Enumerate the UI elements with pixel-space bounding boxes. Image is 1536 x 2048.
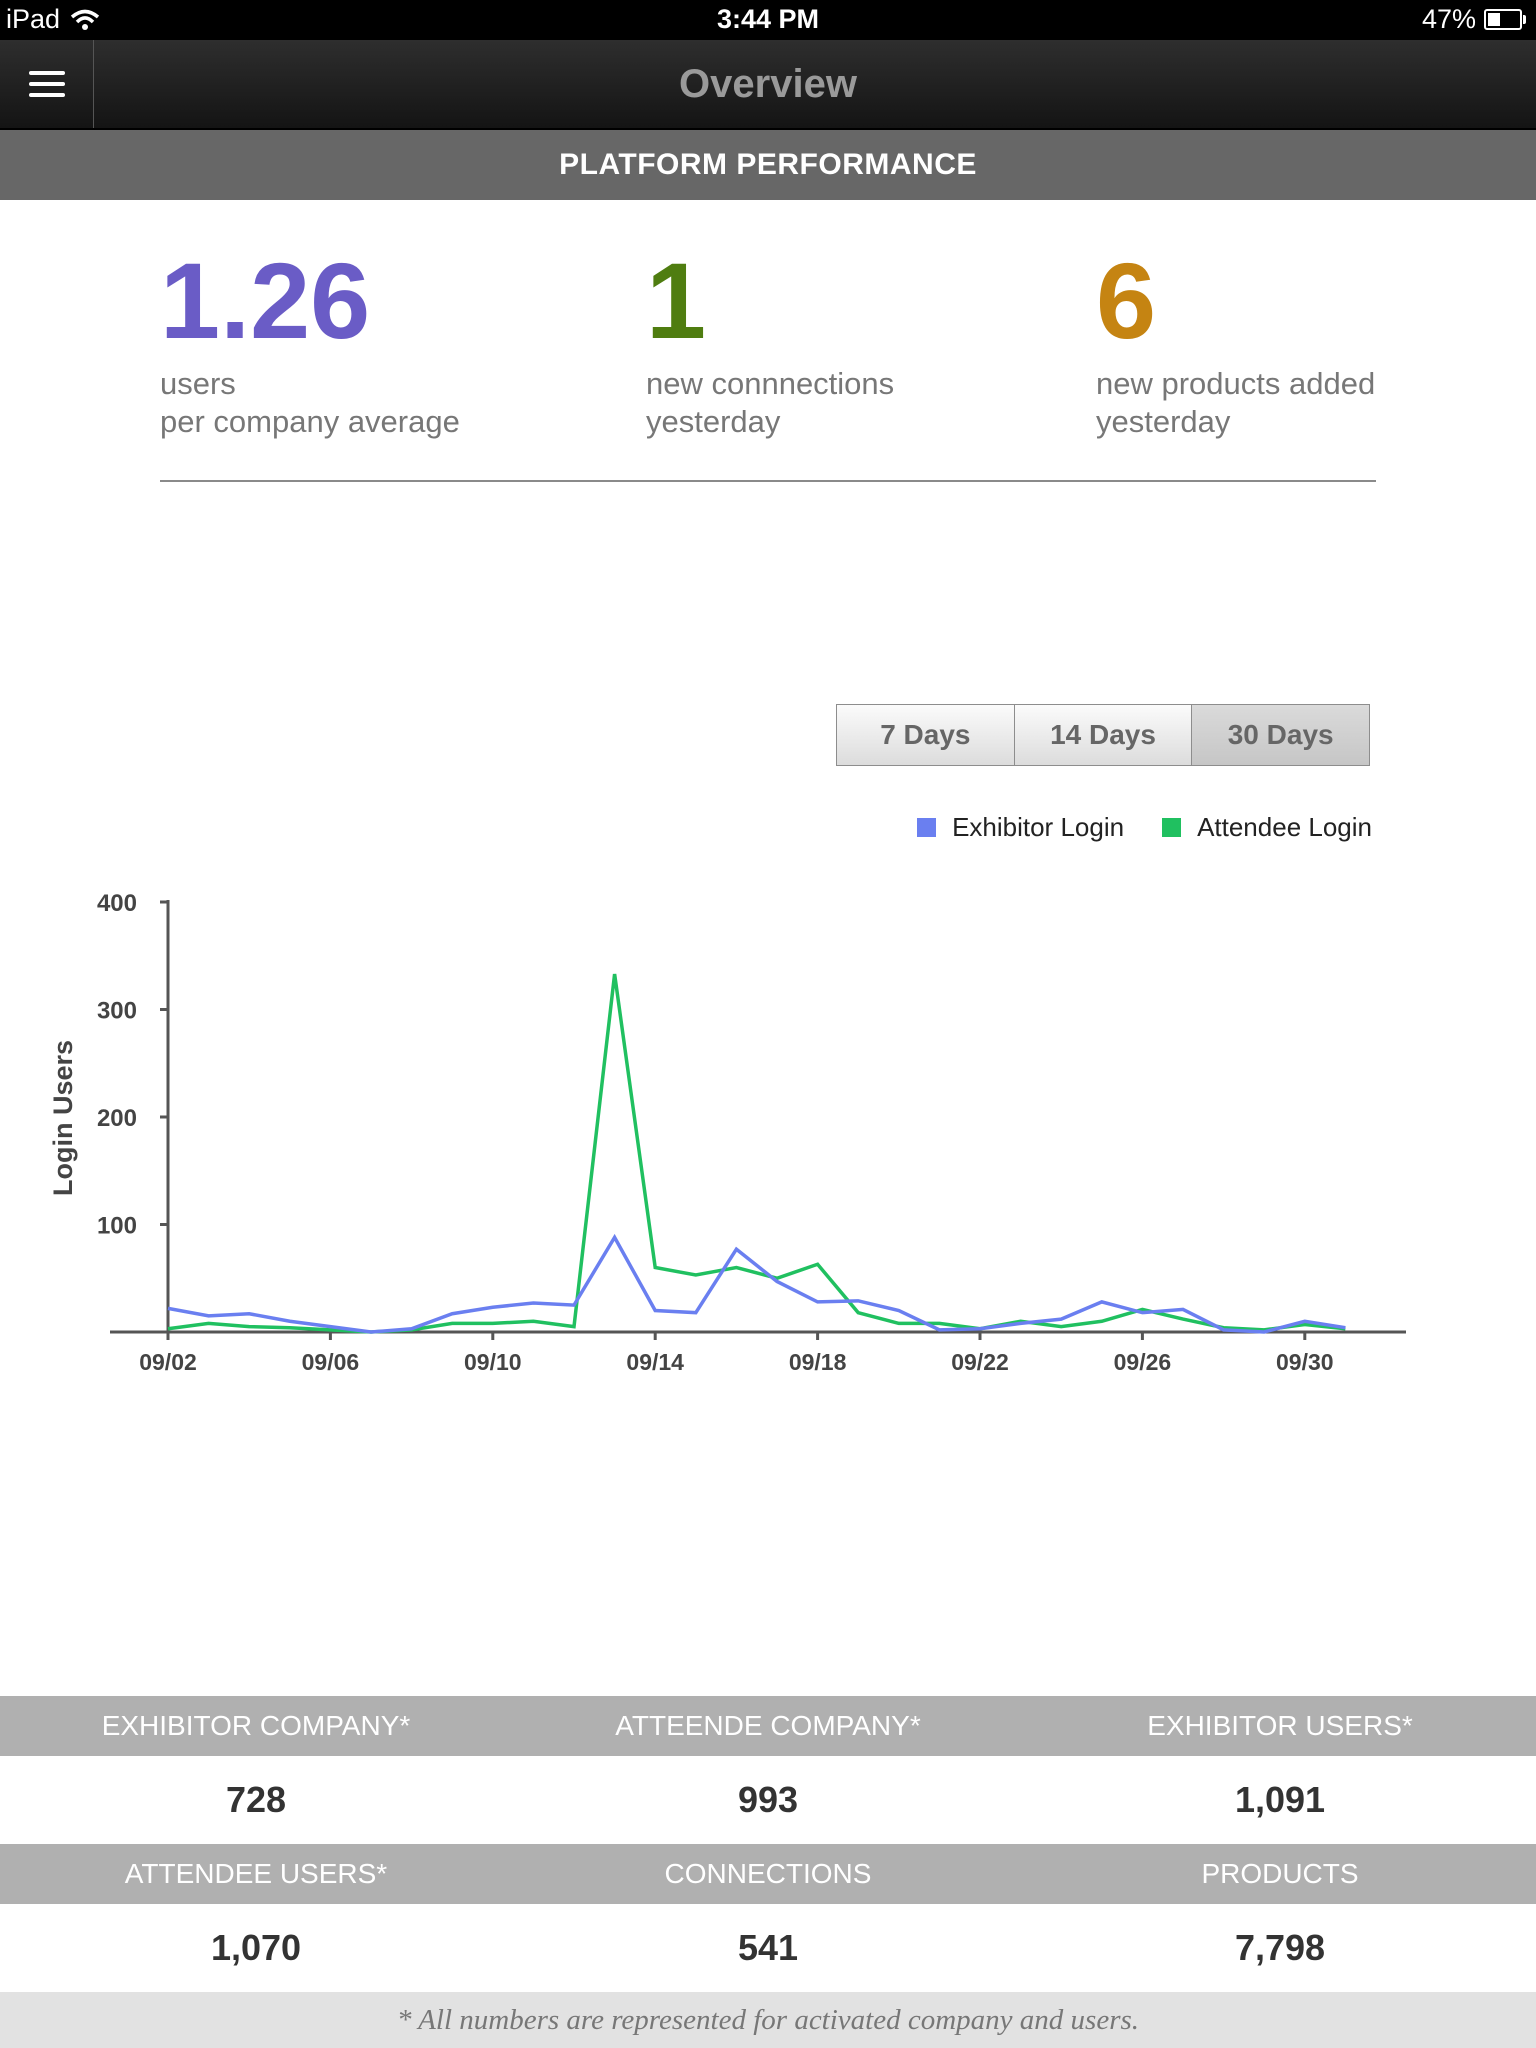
stat-header: EXHIBITOR USERS* [1147,1710,1413,1741]
hamburger-menu-icon [28,71,65,97]
kpi-label-line1: new products added [1096,366,1376,401]
kpi-divider [160,480,1376,482]
y-tick-label: 200 [97,1105,137,1132]
status-time: 3:44 PM [716,4,820,34]
legend-swatch [1162,818,1182,837]
y-tick-label: 300 [97,998,137,1025]
stats-value-row: 1,070 541 7,798 [0,1904,1536,1992]
login-users-chart: 100 200 300 400 Login Users 09/02 09/06 09/10 09… [48,890,1406,1375]
stat-header: ATTEENDE COMPANY* [615,1710,921,1741]
stat-value: 1,070 [210,1927,302,1968]
legend-label: Attendee Login [1197,812,1372,842]
stats-header-row: EXHIBITOR COMPANY* ATTEENDE COMPANY* EXH… [0,1696,1536,1756]
legend-label: Exhibitor Login [952,812,1125,842]
stat-value: 1,091 [1234,1779,1326,1820]
range-selector: 7 Days 14 Days 30 Days [836,704,1370,766]
x-tick-label: 09/26 [1114,1349,1172,1375]
kpi-label: new products added yesterday [1096,365,1375,441]
status-right: 47% [1421,4,1526,35]
series-line-attendee-login [167,973,1346,1334]
kpi-value: 1 [646,240,707,361]
y-tick-label: 100 [97,1213,137,1240]
x-tick-label: 09/30 [1276,1349,1334,1375]
kpi-users-per-company: 1.26 users per company average [160,245,460,441]
nav-bar: Overview [0,40,1536,130]
stat-header: PRODUCTS [1201,1858,1359,1889]
series-line-exhibitor-login [167,1233,1346,1334]
stat-value: 7,798 [1234,1927,1326,1968]
footnote: * All numbers are represented for activa… [0,1992,1536,2048]
x-tick-label: 09/18 [789,1349,847,1375]
kpi-label: new connnections yesterday [646,365,894,441]
legend-item-exhibitor[interactable]: Exhibitor Login [917,812,1124,843]
stat-header: CONNECTIONS [664,1858,872,1889]
stat-value: 993 [737,1779,799,1820]
range-30-days-button[interactable]: 30 Days [1192,705,1370,765]
stat-value: 541 [737,1927,799,1968]
legend-item-attendee[interactable]: Attendee Login [1162,812,1372,843]
menu-button[interactable] [0,40,94,128]
kpi-new-connections: 1 new connnections yesterday [646,245,894,441]
x-tick-label: 09/06 [302,1349,360,1375]
section-header: PLATFORM PERFORMANCE [0,130,1536,200]
x-tick-label: 09/02 [139,1349,197,1375]
stats-table: EXHIBITOR COMPANY* ATTEENDE COMPANY* EXH… [0,1696,1536,1992]
page-title: Overview [679,62,857,106]
battery-fill [1488,13,1501,26]
stats-header-row: ATTENDEE USERS* CONNECTIONS PRODUCTS [0,1844,1536,1904]
kpi-label-line1: new connnections [646,366,895,401]
kpi-label-line2: per company average [160,404,460,439]
stat-header: ATTENDEE USERS* [124,1858,388,1889]
range-14-days-button[interactable]: 14 Days [1014,705,1193,765]
kpi-new-products: 6 new products added yesterday [1096,245,1375,441]
kpi-label: users per company average [160,365,460,441]
x-tick-label: 09/14 [626,1349,684,1375]
legend-swatch [917,818,937,837]
range-7-days-button[interactable]: 7 Days [837,705,1015,765]
stat-value: 728 [225,1779,287,1820]
y-tick-label: 400 [97,890,137,917]
kpi-label-line2: yesterday [646,404,781,439]
x-tick-label: 09/10 [464,1349,522,1375]
kpi-value: 6 [1096,240,1157,361]
kpi-label-line1: users [160,366,236,401]
kpi-label-line2: yesterday [1096,404,1231,439]
battery-percent: 47% [1421,4,1476,34]
kpi-value: 1.26 [160,240,371,361]
stat-header: EXHIBITOR COMPANY* [101,1710,411,1741]
x-tick-label: 09/22 [951,1349,1009,1375]
battery-icon [1484,9,1526,30]
y-axis-label: Login Users [48,1040,78,1196]
stats-value-row: 728 993 1,091 [0,1756,1536,1844]
chart-legend: Exhibitor Login Attendee Login [917,812,1372,843]
status-bar: iPad 3:44 PM 47% [0,0,1536,40]
